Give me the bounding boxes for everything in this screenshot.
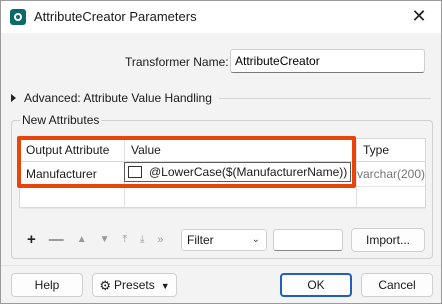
advanced-section-toggle[interactable]: Advanced: Attribute Value Handling: [11, 91, 212, 105]
expand-triangle-icon: [11, 94, 16, 102]
cancel-button[interactable]: Cancel: [361, 273, 433, 297]
move-top-icon[interactable]: ⤒: [123, 234, 127, 245]
close-icon[interactable]: ✕: [409, 6, 429, 26]
add-row-icon[interactable]: +: [27, 231, 36, 248]
filter-dropdown[interactable]: Filter ⌄: [181, 229, 267, 251]
move-bottom-icon[interactable]: ⤓: [140, 234, 144, 245]
dropdown-arrow-icon: ▼: [160, 281, 170, 291]
more-options-icon[interactable]: »: [157, 234, 163, 246]
transformer-name-input[interactable]: [230, 49, 425, 73]
move-down-icon[interactable]: ▼: [100, 234, 110, 245]
chevron-down-icon: ⌄: [251, 234, 260, 245]
window-title: AttributeCreator Parameters: [34, 9, 197, 24]
attributecreator-dialog: AttributeCreator Parameters ✕ Transforme…: [0, 0, 442, 304]
advanced-divider: [219, 98, 431, 99]
new-attributes-label: New Attributes: [20, 113, 102, 127]
move-up-icon[interactable]: ▲: [77, 234, 87, 245]
presets-label: Presets: [114, 278, 155, 292]
remove-row-icon[interactable]: —: [49, 231, 64, 248]
import-button[interactable]: Import...: [351, 228, 425, 252]
footer-divider: [1, 265, 441, 266]
presets-button[interactable]: ⚙ Presets ▼: [92, 273, 177, 297]
cell-type[interactable]: varchar(200): [357, 163, 425, 186]
filter-value: Filter: [187, 233, 214, 247]
column-header-type[interactable]: Type: [357, 139, 425, 162]
transformer-name-label: Transformer Name:: [125, 55, 229, 69]
help-button[interactable]: Help: [11, 273, 83, 297]
annotation-highlight-box: [17, 136, 356, 188]
advanced-section-label: Advanced: Attribute Value Handling: [24, 91, 212, 105]
fme-app-icon: [10, 9, 26, 25]
gear-icon: ⚙: [99, 278, 112, 293]
table-toolbar: + — ▲ ▼ ⤒ ⤓ »: [27, 231, 177, 248]
filter-text-field[interactable]: [273, 229, 343, 251]
title-bar[interactable]: AttributeCreator Parameters ✕: [1, 1, 441, 33]
row-separator: [20, 208, 425, 209]
ok-button[interactable]: OK: [280, 273, 352, 297]
